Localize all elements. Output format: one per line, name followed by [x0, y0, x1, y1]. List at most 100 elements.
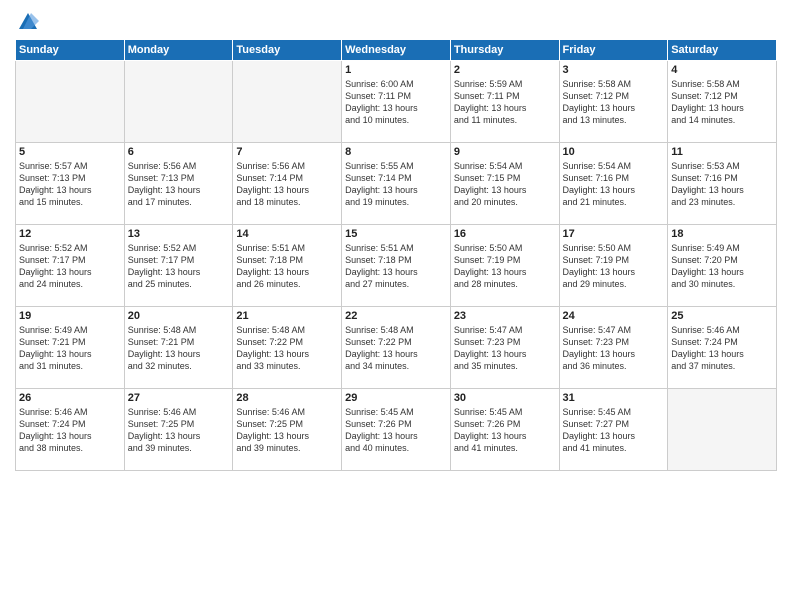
- calendar-day-cell: [16, 60, 125, 142]
- calendar-day-cell: 5 Sunrise: 5:57 AM Sunset: 7:13 PM Daylig…: [16, 142, 125, 224]
- day-info: Sunrise: 5:46 AM Sunset: 7:24 PM Dayligh…: [671, 324, 773, 373]
- day-info: Sunrise: 5:46 AM Sunset: 7:25 PM Dayligh…: [128, 406, 230, 455]
- calendar-day-cell: [124, 60, 233, 142]
- calendar-week-row: 5 Sunrise: 5:57 AM Sunset: 7:13 PM Daylig…: [16, 142, 777, 224]
- calendar-day-cell: 11 Sunrise: 5:53 AM Sunset: 7:16 PM Dayli…: [668, 142, 777, 224]
- day-info: Sunrise: 5:54 AM Sunset: 7:16 PM Dayligh…: [563, 160, 665, 209]
- calendar-day-cell: 10 Sunrise: 5:54 AM Sunset: 7:16 PM Dayli…: [559, 142, 668, 224]
- calendar-day-cell: 14Sunrise: 5:51 AM Sunset: 7:18 PM Dayli…: [233, 224, 342, 306]
- day-info: Sunrise: 5:47 AM Sunset: 7:23 PM Dayligh…: [454, 324, 556, 373]
- day-number: 17: [563, 228, 665, 240]
- calendar-day-cell: 9 Sunrise: 5:54 AM Sunset: 7:15 PM Daylig…: [450, 142, 559, 224]
- day-info: Sunrise: 5:49 AM Sunset: 7:20 PM Dayligh…: [671, 242, 773, 291]
- day-info: Sunrise: 5:53 AM Sunset: 7:16 PM Dayligh…: [671, 160, 773, 209]
- logo-icon: [17, 11, 39, 33]
- day-number: 2: [454, 64, 556, 76]
- day-number: 14: [236, 228, 338, 240]
- day-info: Sunrise: 5:49 AM Sunset: 7:21 PM Dayligh…: [19, 324, 121, 373]
- day-info: Sunrise: 5:59 AM Sunset: 7:11 PM Dayligh…: [454, 78, 556, 127]
- day-number: 7: [236, 146, 338, 158]
- calendar-day-cell: 13 Sunrise: 5:52 AM Sunset: 7:17 PM Dayli…: [124, 224, 233, 306]
- day-info: Sunrise: 5:56 AM Sunset: 7:13 PM Dayligh…: [128, 160, 230, 209]
- day-number: 30: [454, 392, 556, 404]
- day-number: 26: [19, 392, 121, 404]
- calendar-day-cell: 22 Sunrise: 5:48 AM Sunset: 7:22 PM Dayli…: [342, 306, 451, 388]
- day-info: Sunrise: 5:58 AM Sunset: 7:12 PM Dayligh…: [671, 78, 773, 127]
- calendar-day-cell: 28 Sunrise: 5:46 AM Sunset: 7:25 PM Dayli…: [233, 388, 342, 470]
- day-number: 3: [563, 64, 665, 76]
- day-number: 20: [128, 310, 230, 322]
- day-number: 24: [563, 310, 665, 322]
- calendar-day-cell: 3 Sunrise: 5:58 AM Sunset: 7:12 PM Daylig…: [559, 60, 668, 142]
- calendar-day-cell: 15Sunrise: 5:51 AM Sunset: 7:18 PM Dayli…: [342, 224, 451, 306]
- day-info: Sunrise: 5:48 AM Sunset: 7:22 PM Dayligh…: [345, 324, 447, 373]
- calendar-week-row: 1 Sunrise: 6:00 AM Sunset: 7:11 PM Daylig…: [16, 60, 777, 142]
- day-info: Sunrise: 5:45 AM Sunset: 7:27 PM Dayligh…: [563, 406, 665, 455]
- calendar-week-row: 19 Sunrise: 5:49 AM Sunset: 7:21 PM Dayli…: [16, 306, 777, 388]
- calendar-day-header: Thursday: [450, 39, 559, 60]
- day-info: Sunrise: 5:52 AM Sunset: 7:17 PM Dayligh…: [128, 242, 230, 291]
- calendar-day-header: Wednesday: [342, 39, 451, 60]
- day-number: 22: [345, 310, 447, 322]
- calendar-day-cell: 17 Sunrise: 5:50 AM Sunset: 7:19 PM Dayli…: [559, 224, 668, 306]
- day-number: 13: [128, 228, 230, 240]
- day-number: 29: [345, 392, 447, 404]
- day-number: 16: [454, 228, 556, 240]
- day-number: 6: [128, 146, 230, 158]
- day-info: Sunrise: 5:45 AM Sunset: 7:26 PM Dayligh…: [345, 406, 447, 455]
- calendar-day-cell: 26 Sunrise: 5:46 AM Sunset: 7:24 PM Dayli…: [16, 388, 125, 470]
- day-info: Sunrise: 5:54 AM Sunset: 7:15 PM Dayligh…: [454, 160, 556, 209]
- calendar-day-cell: 30 Sunrise: 5:45 AM Sunset: 7:26 PM Dayli…: [450, 388, 559, 470]
- day-info: Sunrise: 5:47 AM Sunset: 7:23 PM Dayligh…: [563, 324, 665, 373]
- calendar-day-cell: 18Sunrise: 5:49 AM Sunset: 7:20 PM Dayli…: [668, 224, 777, 306]
- calendar-day-cell: 24 Sunrise: 5:47 AM Sunset: 7:23 PM Dayli…: [559, 306, 668, 388]
- day-info: Sunrise: 5:57 AM Sunset: 7:13 PM Dayligh…: [19, 160, 121, 209]
- day-number: 27: [128, 392, 230, 404]
- day-info: Sunrise: 5:45 AM Sunset: 7:26 PM Dayligh…: [454, 406, 556, 455]
- day-info: Sunrise: 5:50 AM Sunset: 7:19 PM Dayligh…: [454, 242, 556, 291]
- day-number: 12: [19, 228, 121, 240]
- calendar-day-header: Sunday: [16, 39, 125, 60]
- day-info: Sunrise: 5:56 AM Sunset: 7:14 PM Dayligh…: [236, 160, 338, 209]
- day-number: 5: [19, 146, 121, 158]
- day-number: 19: [19, 310, 121, 322]
- calendar-day-cell: [668, 388, 777, 470]
- day-number: 10: [563, 146, 665, 158]
- calendar-header-row: SundayMondayTuesdayWednesdayThursdayFrid…: [16, 39, 777, 60]
- day-info: Sunrise: 5:55 AM Sunset: 7:14 PM Dayligh…: [345, 160, 447, 209]
- calendar-day-cell: 29 Sunrise: 5:45 AM Sunset: 7:26 PM Dayli…: [342, 388, 451, 470]
- day-number: 25: [671, 310, 773, 322]
- calendar-day-cell: 4 Sunrise: 5:58 AM Sunset: 7:12 PM Daylig…: [668, 60, 777, 142]
- day-info: Sunrise: 5:52 AM Sunset: 7:17 PM Dayligh…: [19, 242, 121, 291]
- day-number: 28: [236, 392, 338, 404]
- calendar-day-header: Monday: [124, 39, 233, 60]
- calendar-day-cell: 7 Sunrise: 5:56 AM Sunset: 7:14 PM Daylig…: [233, 142, 342, 224]
- day-info: Sunrise: 5:58 AM Sunset: 7:12 PM Dayligh…: [563, 78, 665, 127]
- calendar-day-cell: 27 Sunrise: 5:46 AM Sunset: 7:25 PM Dayli…: [124, 388, 233, 470]
- day-number: 31: [563, 392, 665, 404]
- calendar-day-cell: 6 Sunrise: 5:56 AM Sunset: 7:13 PM Daylig…: [124, 142, 233, 224]
- day-info: Sunrise: 5:46 AM Sunset: 7:24 PM Dayligh…: [19, 406, 121, 455]
- day-number: 4: [671, 64, 773, 76]
- calendar-week-row: 26 Sunrise: 5:46 AM Sunset: 7:24 PM Dayli…: [16, 388, 777, 470]
- header: [15, 10, 777, 33]
- calendar-day-cell: 16 Sunrise: 5:50 AM Sunset: 7:19 PM Dayli…: [450, 224, 559, 306]
- day-info: Sunrise: 5:46 AM Sunset: 7:25 PM Dayligh…: [236, 406, 338, 455]
- day-number: 23: [454, 310, 556, 322]
- calendar-week-row: 12 Sunrise: 5:52 AM Sunset: 7:17 PM Dayli…: [16, 224, 777, 306]
- calendar-day-cell: 20Sunrise: 5:48 AM Sunset: 7:21 PM Dayli…: [124, 306, 233, 388]
- calendar-table: SundayMondayTuesdayWednesdayThursdayFrid…: [15, 39, 777, 471]
- calendar-day-cell: 25 Sunrise: 5:46 AM Sunset: 7:24 PM Dayli…: [668, 306, 777, 388]
- day-info: Sunrise: 5:48 AM Sunset: 7:22 PM Dayligh…: [236, 324, 338, 373]
- day-number: 1: [345, 64, 447, 76]
- day-info: Sunrise: 5:50 AM Sunset: 7:19 PM Dayligh…: [563, 242, 665, 291]
- logo: [15, 10, 41, 33]
- day-number: 9: [454, 146, 556, 158]
- day-number: 11: [671, 146, 773, 158]
- calendar-day-cell: 31 Sunrise: 5:45 AM Sunset: 7:27 PM Dayli…: [559, 388, 668, 470]
- calendar-day-cell: 23 Sunrise: 5:47 AM Sunset: 7:23 PM Dayli…: [450, 306, 559, 388]
- calendar-day-cell: [233, 60, 342, 142]
- day-number: 15: [345, 228, 447, 240]
- calendar-day-header: Saturday: [668, 39, 777, 60]
- day-info: Sunrise: 6:00 AM Sunset: 7:11 PM Dayligh…: [345, 78, 447, 127]
